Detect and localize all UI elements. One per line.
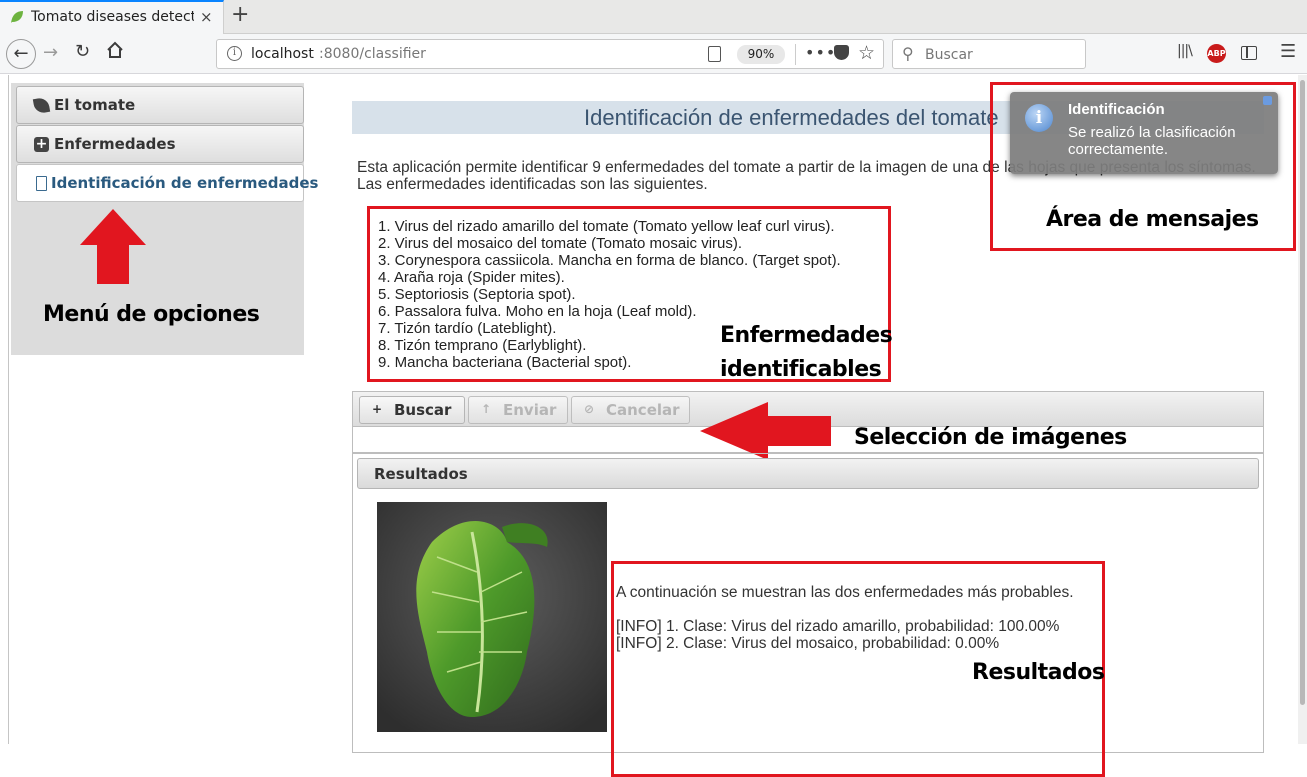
page-border <box>8 75 9 744</box>
list-item: 5. Septoriosis (Septoria spot). <box>378 286 576 303</box>
list-item: 2. Virus del mosaico del tomate (Tomato … <box>378 235 743 252</box>
menu-icon[interactable]: ☰ <box>1280 41 1296 62</box>
menu-item-identificacion[interactable]: Identificación de enfermedades <box>16 164 318 202</box>
browse-button[interactable]: + Buscar <box>359 396 465 424</box>
results-text: A continuación se muestran las dos enfer… <box>616 584 1106 652</box>
hospital-icon <box>36 176 47 191</box>
tab-close-icon[interactable]: × <box>200 8 213 26</box>
plus-icon: + <box>372 402 383 416</box>
home-icon <box>107 41 123 58</box>
home-button[interactable] <box>106 41 124 64</box>
menu-item-enfermedades[interactable]: + Enfermedades <box>16 125 304 163</box>
results-title: Resultados <box>374 465 468 483</box>
search-placeholder: Buscar <box>925 47 973 63</box>
results-annotation-label: Resultados <box>972 660 1105 685</box>
button-label: Cancelar <box>606 401 680 419</box>
upload-arrow-icon: ↑ <box>481 402 492 416</box>
image-selection-annotation-label: Selección de imágenes <box>854 425 1127 450</box>
url-bar[interactable]: i localhost :8080/classifier 90% ••• ☆ <box>216 39 884 69</box>
pocket-icon[interactable] <box>834 45 849 60</box>
toast-message: Se realizó la clasificación correctament… <box>1068 124 1236 158</box>
adblock-icon[interactable]: ABP <box>1207 44 1226 63</box>
new-tab-button[interactable]: + <box>231 2 249 27</box>
diseases-annotation-label: Enfermedades identificables <box>720 319 893 387</box>
menu-annotation-label: Menú de opciones <box>43 302 260 327</box>
plus-box-icon: + <box>34 136 49 152</box>
reader-icon[interactable] <box>708 46 721 62</box>
tab-title: Tomato diseases detecti <box>31 9 194 25</box>
url-host: localhost <box>251 46 314 62</box>
toast-title: Identificación <box>1068 101 1165 118</box>
list-item: 1. Virus del rizado amarillo del tomate … <box>378 218 835 235</box>
info-icon: i <box>1025 104 1053 132</box>
vertical-scrollbar[interactable] <box>1298 75 1307 744</box>
cancel-icon: ⊘ <box>584 402 595 416</box>
notification-toast[interactable]: i Identificación Se realizó la clasifica… <box>1010 92 1278 174</box>
more-icon[interactable]: ••• <box>805 43 836 62</box>
menu-item-el-tomate[interactable]: El tomate <box>16 86 304 124</box>
url-path: :8080/classifier <box>319 46 426 62</box>
sidebar-icon[interactable] <box>1241 46 1257 60</box>
upload-button[interactable]: ↑ Enviar <box>468 396 568 424</box>
results-header[interactable]: Resultados <box>357 458 1259 489</box>
info-icon[interactable]: i <box>227 46 242 61</box>
browser-tab[interactable]: Tomato diseases detecti × <box>0 0 224 34</box>
leaf-photo <box>377 502 607 732</box>
list-item: 6. Passalora fulva. Moho en la hoja (Lea… <box>378 303 697 320</box>
diseases-highlight-box: 1. Virus del rizado amarillo del tomate … <box>367 206 893 382</box>
forward-arrow-icon: → <box>43 42 59 63</box>
divider <box>795 44 796 65</box>
menu-item-label: El tomate <box>54 96 136 114</box>
list-item: 3. Corynespora cassiicola. Mancha en for… <box>378 252 841 269</box>
reload-icon: ↻ <box>75 41 91 62</box>
results-intro: A continuación se muestran las dos enfer… <box>616 584 1074 601</box>
messages-annotation-label: Área de mensajes <box>1046 207 1259 232</box>
arrow-up-annotation <box>80 209 146 284</box>
zoom-level-badge[interactable]: 90% <box>737 45 785 64</box>
annotation-line: Enfermedades <box>720 323 893 348</box>
cancel-button[interactable]: ⊘ Cancelar <box>571 396 690 424</box>
menu-item-label: Identificación de enfermedades <box>51 174 319 192</box>
forward-button[interactable]: → <box>43 42 58 63</box>
arrow-left-annotation <box>700 402 831 460</box>
back-arrow-icon: ← <box>13 43 29 64</box>
tab-bar: Tomato diseases detecti × + <box>0 0 1307 34</box>
search-input[interactable]: ⚲ Buscar <box>892 39 1086 69</box>
page-viewport: El tomate + Enfermedades Identificación … <box>0 75 1307 777</box>
menu-item-label: Enfermedades <box>54 135 176 153</box>
library-icon[interactable]: |||\ <box>1177 43 1193 59</box>
search-icon: ⚲ <box>902 44 914 63</box>
results-highlight-box: A continuación se muestran las dos enfer… <box>611 561 1105 777</box>
button-label: Buscar <box>394 401 452 419</box>
annotation-line: identificables <box>720 357 882 382</box>
list-item: 4. Araña roja (Spider mites). <box>378 269 565 286</box>
close-icon[interactable] <box>1263 96 1272 105</box>
back-button[interactable]: ← <box>6 39 36 69</box>
scrollbar-thumb[interactable] <box>1300 80 1305 705</box>
navigation-bar: ← → ↻ i localhost :8080/classifier 90% •… <box>0 34 1307 74</box>
result-line: [INFO] 1. Clase: Virus del rizado amaril… <box>616 618 1060 635</box>
star-icon[interactable]: ☆ <box>858 42 875 64</box>
button-label: Enviar <box>503 401 557 419</box>
result-line: [INFO] 2. Clase: Virus del mosaico, prob… <box>616 635 1000 652</box>
leaf-icon <box>32 96 51 115</box>
reload-button[interactable]: ↻ <box>75 41 90 62</box>
leaf-favicon-icon <box>11 11 23 23</box>
